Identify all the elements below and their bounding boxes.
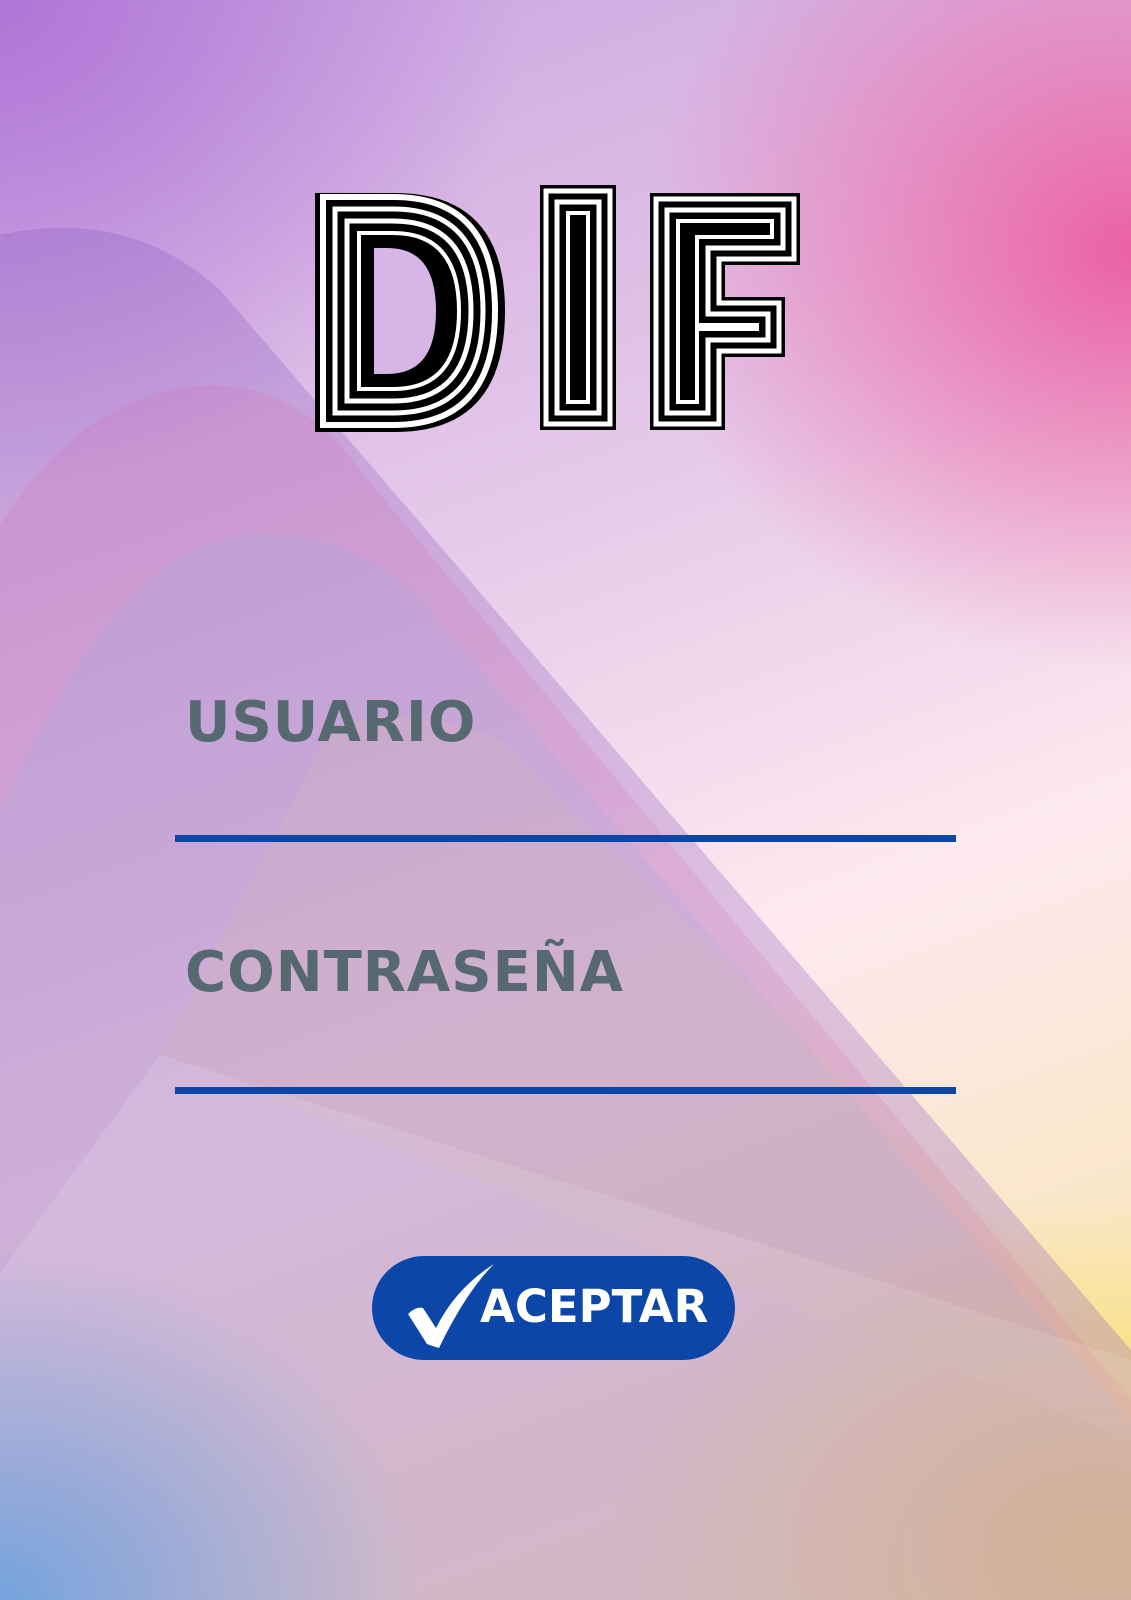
password-label: CONTRASEÑA — [185, 940, 625, 1005]
password-underline — [175, 1087, 956, 1094]
dif-logo — [315, 185, 800, 432]
logo-letter-f — [650, 193, 800, 430]
username-label: USUARIO — [185, 690, 477, 755]
accept-button[interactable]: ACEPTAR — [372, 1256, 735, 1360]
username-input[interactable] — [175, 770, 956, 830]
username-underline — [175, 835, 956, 842]
accept-label: ACEPTAR — [480, 1280, 709, 1333]
password-input[interactable] — [175, 1022, 956, 1082]
logo-letter-i — [540, 185, 616, 430]
logo-letter-d — [315, 193, 505, 432]
